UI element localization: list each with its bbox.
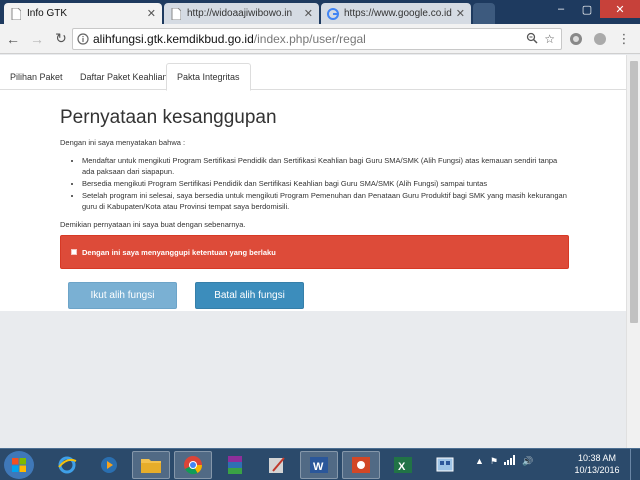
batal-alih-fungsi-button[interactable]: Batal alih fungsi: [195, 282, 304, 309]
volume-icon[interactable]: 🔊: [522, 456, 533, 467]
browser-tab-google[interactable]: https://www.google.co.id ✕: [321, 3, 471, 24]
show-hidden-icons-icon[interactable]: ▲: [475, 456, 484, 466]
closing-text: Demikian pernyataan ini saya buat dengan…: [60, 220, 246, 229]
list-item: Setelah program ini selesai, saya bersed…: [82, 190, 570, 212]
taskbar: W X ▲ ⚑ 🔊 10:38 AM 10/13/2016: [0, 448, 640, 480]
extension-icon[interactable]: [592, 31, 608, 47]
info-icon[interactable]: [73, 33, 93, 45]
window-controls: – ▢ ✕: [548, 0, 640, 18]
file-explorer-icon[interactable]: [132, 451, 170, 479]
scrollbar-thumb[interactable]: [630, 61, 638, 323]
web-page: Pilihan Paket Daftar Paket Keahlian Pakt…: [0, 55, 626, 448]
text-editor-icon[interactable]: [258, 451, 296, 479]
svg-text:X: X: [398, 461, 406, 473]
page-icon: [170, 7, 182, 20]
browser-tab-strip: Info GTK ✕ http://widoaajiwibowo.in ✕ ht…: [0, 0, 640, 24]
zoom-icon[interactable]: [526, 32, 538, 47]
statement-content: Pernyataan kesanggupan Dengan ini saya m…: [60, 107, 570, 229]
minimize-icon[interactable]: –: [548, 0, 574, 18]
google-icon: [327, 7, 339, 20]
menu-icon[interactable]: ⋮: [616, 31, 632, 47]
winrar-icon[interactable]: [216, 451, 254, 479]
taskbar-clock[interactable]: 10:38 AM 10/13/2016: [572, 452, 622, 476]
tab-pilihan-paket[interactable]: Pilihan Paket: [0, 63, 73, 90]
powerpoint-icon[interactable]: [342, 451, 380, 479]
ikut-alih-fungsi-button[interactable]: Ikut alih fungsi: [68, 282, 177, 309]
url-host: alihfungsi.gtk.kemdikbud.go.id: [93, 32, 254, 46]
agreement-checkbox[interactable]: [71, 249, 77, 255]
network-signal-icon[interactable]: [504, 455, 516, 467]
new-tab-button[interactable]: [473, 3, 495, 24]
intro-text: Dengan ini saya menyatakan bahwa :: [60, 138, 186, 147]
maximize-icon[interactable]: ▢: [574, 0, 600, 18]
agreement-alert: Dengan ini saya menyanggupi ketentuan ya…: [60, 235, 569, 269]
nav-tabs: Pilihan Paket Daftar Paket Keahlian Pakt…: [0, 63, 626, 91]
close-icon[interactable]: ✕: [456, 7, 465, 20]
show-desktop-button[interactable]: [630, 449, 640, 480]
page-panel: Pilihan Paket Daftar Paket Keahlian Pakt…: [0, 55, 626, 311]
url-path: /index.php/user/regal: [253, 32, 366, 46]
list-item: Mendaftar untuk mengikuti Program Sertif…: [82, 155, 570, 177]
close-icon[interactable]: ✕: [304, 7, 313, 20]
tab-pakta-integritas[interactable]: Pakta Integritas: [166, 63, 251, 91]
excel-icon[interactable]: X: [384, 451, 422, 479]
tab-label: Pilihan Paket: [10, 71, 63, 82]
page-icon: [10, 7, 22, 20]
svg-text:W: W: [313, 461, 324, 473]
extension-icon[interactable]: [568, 31, 584, 47]
close-icon[interactable]: ✕: [147, 7, 156, 20]
word-icon[interactable]: W: [300, 451, 338, 479]
statement-list: Mendaftar untuk mengikuti Program Sertif…: [82, 155, 570, 212]
tab-label: Daftar Paket Keahlian: [80, 71, 168, 82]
back-arrow-icon[interactable]: ←: [2, 28, 24, 50]
reload-icon[interactable]: ↻: [50, 28, 72, 50]
tab-daftar-paket-keahlian[interactable]: Daftar Paket Keahlian: [70, 63, 178, 90]
start-button-windows-icon[interactable]: [4, 451, 34, 479]
list-item: Bersedia mengikuti Program Sertifikasi P…: [82, 178, 570, 189]
page-title: Pernyataan kesanggupan: [60, 107, 277, 128]
chrome-icon[interactable]: [174, 451, 212, 479]
browser-toolbar: ← → ↻ alihfungsi.gtk.kemdikbud.go.id/ind…: [0, 24, 640, 54]
forward-arrow-icon[interactable]: →: [26, 28, 48, 50]
system-tray: ▲ ⚑ 🔊: [475, 455, 533, 467]
flag-icon[interactable]: ⚑: [490, 456, 498, 467]
browser-tab-info-gtk[interactable]: Info GTK ✕: [4, 3, 162, 24]
browser-tab-widoaaji[interactable]: http://widoaajiwibowo.in ✕: [164, 3, 319, 24]
tab-title: http://widoaajiwibowo.in: [187, 8, 293, 19]
tab-label: Pakta Integritas: [177, 72, 240, 82]
agreement-label[interactable]: Dengan ini saya menyanggupi ketentuan ya…: [82, 248, 276, 257]
clock-time: 10:38 AM: [577, 453, 617, 463]
internet-explorer-icon[interactable]: [48, 451, 86, 479]
clock-date: 10/13/2016: [574, 465, 620, 475]
address-bar[interactable]: alihfungsi.gtk.kemdikbud.go.id/index.php…: [72, 28, 562, 50]
window-close-icon[interactable]: ✕: [600, 0, 640, 18]
tab-title: https://www.google.co.id: [344, 8, 452, 19]
bookmark-star-icon[interactable]: ☆: [544, 32, 555, 46]
page-scrollbar[interactable]: [626, 55, 640, 448]
media-player-icon[interactable]: [90, 451, 128, 479]
control-panel-icon[interactable]: [426, 451, 464, 479]
tab-title: Info GTK: [27, 8, 68, 19]
